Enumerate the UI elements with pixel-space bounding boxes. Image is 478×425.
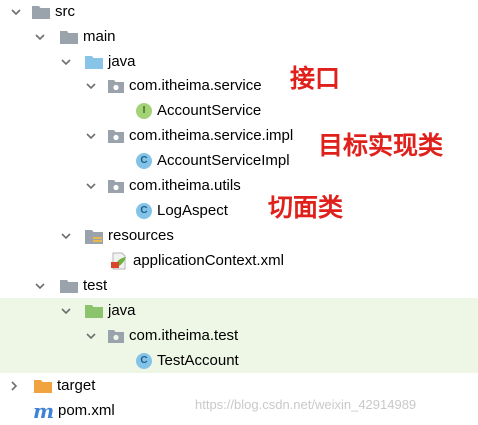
package-icon — [108, 179, 124, 193]
tree-row-src[interactable]: src — [0, 0, 478, 24]
tree-label-pom: pom.xml — [58, 402, 115, 419]
package-icon — [108, 79, 124, 93]
class-icon: C — [136, 202, 152, 219]
tree-row-log-aspect[interactable]: C LogAspect — [0, 198, 478, 223]
excluded-folder-icon — [34, 379, 52, 393]
tree-label-account-service: AccountService — [157, 102, 262, 119]
spring-xml-icon — [110, 252, 128, 270]
chevron-down-icon[interactable] — [60, 56, 72, 68]
maven-icon: m — [33, 398, 55, 423]
tree-row-account-service[interactable]: I AccountService — [0, 98, 478, 123]
tree-row-test[interactable]: test — [0, 273, 478, 298]
annotation-aspect: 切面类 — [268, 193, 344, 222]
resources-folder-icon — [85, 228, 103, 244]
watermark: https://blog.csdn.net/weixin_42914989 — [195, 397, 417, 412]
package-icon — [108, 129, 124, 143]
tree-label-test: test — [83, 277, 108, 294]
tree-row-target[interactable]: target — [0, 373, 478, 398]
folder-icon — [60, 30, 78, 44]
tree-label-app-context: applicationContext.xml — [133, 252, 284, 269]
project-tree: src main java com.itheima.service I Acco… — [0, 0, 478, 425]
tree-label-log-aspect: LogAspect — [157, 202, 228, 219]
tree-row-pkg-service[interactable]: com.itheima.service — [0, 73, 478, 98]
chevron-down-icon[interactable] — [85, 80, 97, 92]
tree-label-main: main — [83, 28, 116, 45]
folder-icon — [32, 5, 50, 19]
chevron-down-icon[interactable] — [10, 6, 22, 18]
source-folder-icon — [85, 55, 103, 69]
chevron-right-icon[interactable] — [8, 380, 20, 392]
tree-label-test-java: java — [108, 302, 136, 319]
tree-row-test-java[interactable]: java — [0, 298, 478, 323]
tree-row-resources[interactable]: resources — [0, 223, 478, 248]
chevron-down-icon[interactable] — [85, 330, 97, 342]
tree-row-main-java[interactable]: java — [0, 49, 478, 74]
tree-label-pkg-utils: com.itheima.utils — [129, 177, 241, 194]
tree-row-pkg-utils[interactable]: com.itheima.utils — [0, 173, 478, 198]
folder-icon — [60, 279, 78, 293]
class-icon: C — [136, 152, 152, 169]
interface-icon: I — [136, 102, 152, 119]
chevron-down-icon[interactable] — [34, 31, 46, 43]
test-folder-icon — [85, 304, 103, 318]
tree-label-pkg-service: com.itheima.service — [129, 77, 262, 94]
tree-label-pkg-test: com.itheima.test — [129, 327, 239, 344]
chevron-down-icon[interactable] — [34, 280, 46, 292]
chevron-down-icon[interactable] — [85, 130, 97, 142]
class-icon: C — [136, 352, 152, 369]
tree-label-test-account: TestAccount — [157, 352, 239, 369]
tree-label-pkg-service-impl: com.itheima.service.impl — [129, 127, 294, 144]
tree-label-target: target — [57, 377, 96, 394]
tree-label-resources: resources — [108, 227, 174, 244]
chevron-down-icon[interactable] — [60, 230, 72, 242]
tree-row-app-context[interactable]: applicationContext.xml — [0, 248, 478, 273]
tree-label-src: src — [55, 3, 75, 20]
annotation-interface: 接口 — [290, 64, 341, 93]
chevron-down-icon[interactable] — [60, 305, 72, 317]
package-icon — [108, 329, 124, 343]
chevron-down-icon[interactable] — [85, 180, 97, 192]
annotation-target-impl: 目标实现类 — [318, 131, 444, 160]
tree-row-main[interactable]: main — [0, 24, 478, 49]
tree-label-main-java: java — [108, 53, 136, 70]
tree-label-account-service-impl: AccountServiceImpl — [157, 152, 290, 169]
tree-row-test-account[interactable]: C TestAccount — [0, 348, 478, 373]
tree-row-pkg-test[interactable]: com.itheima.test — [0, 323, 478, 348]
